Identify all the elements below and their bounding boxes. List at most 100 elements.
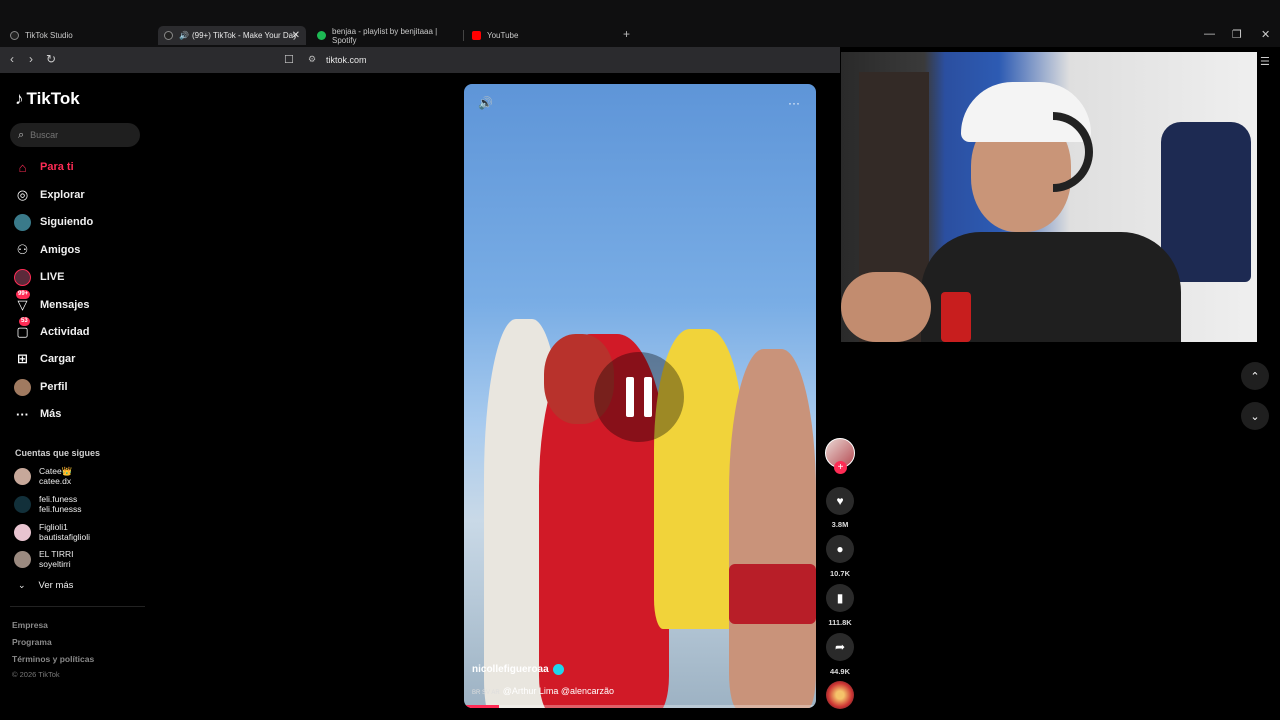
like-count: 3.8M [831,520,849,529]
share-icon: ➦ [834,640,846,654]
heart-icon: ♥ [836,494,844,508]
close-window-icon[interactable]: ✕ [1261,28,1270,41]
tiktok-favicon-icon [10,31,19,40]
account-name: Figlioli1 [39,522,68,532]
volume-icon[interactable]: 🔊 [478,96,493,110]
chevron-up-icon: ⌃ [1250,370,1260,383]
avatar [14,495,31,513]
messages-icon: ▽ 99+ [16,289,31,312]
home-icon: ⌂ [18,159,27,175]
tab-label: (99+) TikTok - Make Your Day [191,31,298,40]
footer-terms-link[interactable]: Términos y políticas [12,654,94,664]
tab-tiktok-active[interactable]: 🔊 (99+) TikTok - Make Your Day ✕ [158,26,306,45]
live-icon [14,268,31,286]
nav-cargar[interactable]: ⊞ Cargar [14,349,75,369]
nav-label: Cargar [40,353,76,365]
search-input[interactable] [30,130,121,140]
minimize-icon[interactable]: — [1204,28,1215,40]
account-handle: bautistafiglioli [39,532,91,542]
nav-label: LIVE [40,271,65,283]
following-account[interactable]: Catee👑 catee.dx [14,466,72,486]
browser-menu-icon[interactable]: ☰ [1260,55,1270,68]
search-icon: ⌕ [18,128,25,141]
nav-explorar[interactable]: ◎ Explorar [14,185,85,205]
previous-video-button[interactable]: ⌃ [1241,362,1269,390]
pause-icon [626,377,634,417]
author-name: nicollefigueroaa [472,664,549,675]
nav-mas[interactable]: ··· Más [14,404,61,424]
webcam-overlay [841,52,1257,342]
tab-tiktok-studio[interactable]: TikTok Studio [4,26,154,45]
see-more-label: Ver más [38,580,74,591]
pause-button[interactable] [594,352,684,442]
url-field[interactable]: tiktok.com [326,55,367,65]
upload-icon: ⊞ [17,351,28,366]
video-player[interactable]: 🔊 ··· nicollefigueroaa BR SV AR @Arthur L… [464,84,816,708]
like-button[interactable]: ♥ [826,487,854,515]
speaker-icon: 🔊 [179,31,189,40]
nav-mensajes[interactable]: ▽ 99+ Mensajes [14,289,90,315]
tiktok-logo[interactable]: ♪ TikTok [15,89,80,109]
following-section-title: Cuentas que sigues [15,448,101,458]
see-more-button[interactable]: ⌄ Ver más [18,580,73,591]
following-account[interactable]: EL TIRRI soyeltirri [14,549,73,569]
tab-spotify[interactable]: benjaa - playlist by benjitaaa | Spotify [311,26,461,45]
tab-youtube[interactable]: YouTube [466,26,616,45]
messages-badge: 99+ [16,289,31,299]
forward-icon[interactable]: › [29,52,33,66]
nav-perfil[interactable]: Perfil [14,377,68,397]
nav-label: Amigos [40,244,81,256]
youtube-favicon-icon [472,31,481,40]
site-settings-icon[interactable]: ⚙ [308,54,316,65]
video-progress-bar[interactable] [464,705,816,708]
progress-fill [464,705,500,708]
nav-para-ti[interactable]: ⌂ Para ti [14,157,74,177]
nav-label: Perfil [40,381,68,393]
new-tab-button[interactable]: + [623,27,630,41]
bookmark-icon: ▮ [836,591,844,605]
save-button[interactable]: ▮ [826,584,854,612]
account-handle: catee.dx [39,476,72,486]
nav-label: Actividad [40,326,90,338]
search-box[interactable]: ⌕ [10,123,140,147]
account-handle: soyeltirri [39,559,71,569]
music-disc-icon[interactable] [826,681,854,709]
friends-icon: ⚇ [16,242,29,257]
video-person [729,564,816,624]
back-icon[interactable]: ‹ [10,52,14,66]
nav-amigos[interactable]: ⚇ Amigos [14,240,81,260]
more-icon: ··· [16,406,29,422]
tab-label: YouTube [487,31,519,40]
more-options-icon[interactable]: ··· [788,96,800,110]
restore-icon[interactable]: ❐ [1232,28,1242,41]
webcam-person [841,272,931,342]
activity-icon: ▢ 53 [16,316,30,339]
comment-button[interactable]: ● [826,535,854,563]
avatar [14,523,31,541]
footer-program-link[interactable]: Programa [12,637,52,647]
following-account[interactable]: feli.funess feli.funesss [14,494,82,514]
nav-label: Para ti [40,161,74,173]
next-video-button[interactable]: ⌄ [1241,402,1269,430]
nav-live[interactable]: LIVE [14,267,64,287]
tiktok-favicon-icon [164,31,173,40]
reload-icon[interactable]: ↻ [46,52,56,66]
close-tab-icon[interactable]: ✕ [292,30,300,41]
following-icon [14,213,31,231]
nav-label: Siguiendo [40,216,94,228]
following-account[interactable]: Figlioli1 bautistafiglioli [14,522,90,542]
account-name: Catee👑 [39,466,73,476]
video-author[interactable]: nicollefigueroaa [472,664,564,675]
footer-company-link[interactable]: Empresa [12,620,48,630]
account-name: feli.funess [39,494,78,504]
spotify-favicon-icon [317,31,326,40]
webcam-chair [1161,122,1251,282]
logo-text: TikTok [26,89,80,108]
follow-plus-icon[interactable]: + [834,461,847,474]
bookmark-icon[interactable]: ☐ [284,53,294,66]
account-handle: feli.funesss [39,504,82,514]
video-caption: BR SV AR @Arthur Lima @alencarzão [472,686,614,696]
nav-actividad[interactable]: ▢ 53 Actividad [14,316,90,342]
nav-siguiendo[interactable]: Siguiendo [14,212,93,232]
share-button[interactable]: ➦ [826,633,854,661]
